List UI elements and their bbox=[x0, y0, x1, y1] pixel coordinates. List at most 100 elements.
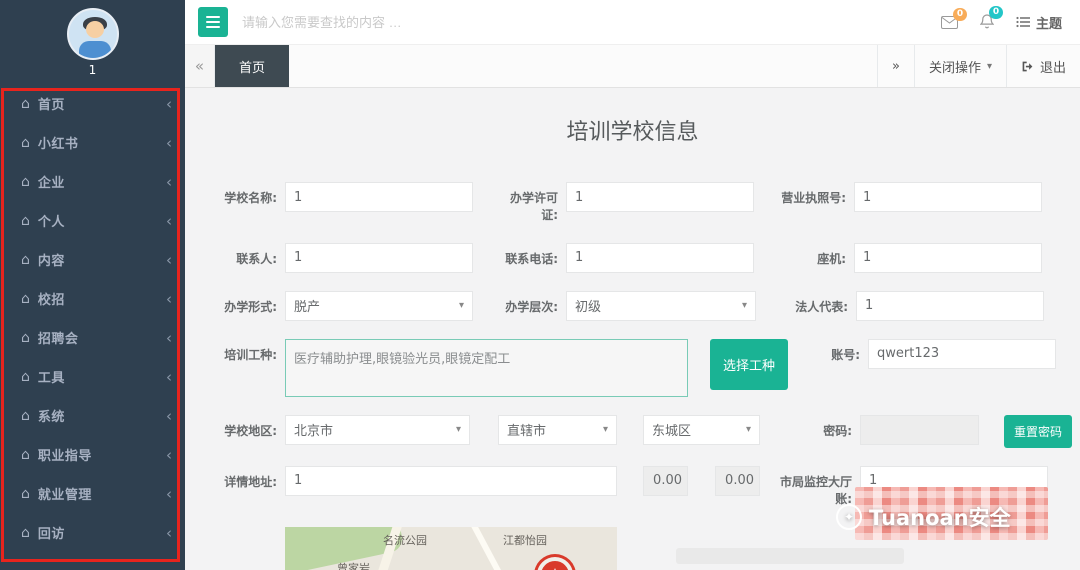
form-row-3: 办学形式: 脱产 ▾ 办学层次: 初级 ▾ 法人代表: bbox=[215, 290, 1080, 321]
sidebar-toggle-button[interactable] bbox=[198, 7, 228, 37]
watermark: ✦ Tuanoan安全 bbox=[836, 502, 1011, 532]
city-value: 直辖市 bbox=[507, 424, 547, 440]
theme-button[interactable]: 主题 bbox=[1016, 13, 1062, 32]
sidebar-item-personal[interactable]: ⌂ 个人 ‹ bbox=[0, 201, 185, 240]
sidebar-item-employment-mgmt[interactable]: ⌂ 就业管理 ‹ bbox=[0, 474, 185, 513]
tab-home[interactable]: 首页 bbox=[215, 45, 289, 87]
topbar-right: 0 0 主题 bbox=[940, 6, 1080, 32]
location-map[interactable]: 名流公园 江都怡园 曾家岩 bbox=[285, 526, 617, 570]
address-label: 详情地址: bbox=[224, 474, 277, 489]
study-form-select[interactable]: 脱产 ▾ bbox=[285, 290, 473, 321]
pick-work-types-button[interactable]: 选择工种 bbox=[710, 338, 789, 390]
sidebar-item-label: 内容 bbox=[37, 254, 65, 269]
legal-rep-label: 法人代表: bbox=[795, 299, 848, 314]
study-level-select[interactable]: 初级 ▾ bbox=[566, 290, 756, 321]
notifications-button[interactable]: 0 bbox=[979, 6, 1003, 30]
messages-button[interactable]: 0 bbox=[940, 7, 967, 29]
topbar: 0 0 主题 bbox=[185, 0, 1080, 45]
school-name-field[interactable] bbox=[285, 182, 473, 212]
home-icon: ⌂ bbox=[21, 446, 30, 463]
tabs-scroll-right-button[interactable]: » bbox=[876, 45, 914, 87]
work-types-textarea[interactable]: 医疗辅助护理,眼镜验光员,眼镜定配工 bbox=[285, 338, 688, 397]
sidebar-item-tools[interactable]: ⌂ 工具 ‹ bbox=[0, 357, 185, 396]
work-types-label: 培训工种: bbox=[224, 347, 277, 362]
sidebar-item-home[interactable]: ⌂ 首页 ‹ bbox=[0, 84, 185, 123]
profile-area: 1 bbox=[0, 0, 185, 77]
study-form-label: 办学形式: bbox=[224, 299, 277, 314]
caret-down-icon: ▾ bbox=[745, 424, 751, 436]
permit-label: 办学许可证: bbox=[509, 191, 558, 223]
map-compass-icon bbox=[537, 556, 573, 570]
close-operations-label: 关闭操作 bbox=[928, 60, 981, 76]
caret-down-icon: ▾ bbox=[741, 300, 747, 312]
map-label-spacer bbox=[215, 527, 285, 535]
form-row-1: 学校名称: 办学许可证: 营业执照号: bbox=[215, 182, 1080, 225]
messages-badge: 0 bbox=[952, 7, 967, 21]
home-icon: ⌂ bbox=[21, 329, 30, 346]
avatar-body bbox=[78, 41, 111, 58]
sidebar-item-follow-up[interactable]: ⌂ 回访 ‹ bbox=[0, 513, 185, 552]
latitude-field[interactable] bbox=[715, 465, 760, 496]
chevron-left-icon: ‹ bbox=[166, 445, 172, 464]
landline-label: 座机: bbox=[817, 251, 846, 266]
sidebar-menu: ⌂ 首页 ‹ ⌂ 小红书 ‹ ⌂ 企业 ‹ ⌂ 个人 ‹ ⌂ 内容 ‹ ⌂ 校招… bbox=[0, 84, 185, 552]
sign-out-icon bbox=[1022, 61, 1033, 71]
school-name-label: 学校名称: bbox=[224, 191, 277, 205]
avatar[interactable] bbox=[66, 8, 119, 60]
search-input[interactable] bbox=[242, 14, 572, 30]
sidebar-item-label: 回访 bbox=[37, 527, 65, 542]
business-license-label: 营业执照号: bbox=[781, 191, 846, 205]
close-operations-dropdown[interactable]: 关闭操作 ▾ bbox=[913, 45, 1006, 87]
sidebar-item-xiaohongshu[interactable]: ⌂ 小红书 ‹ bbox=[0, 123, 185, 162]
caret-down-icon: ▾ bbox=[455, 424, 461, 436]
sidebar-item-system[interactable]: ⌂ 系统 ‹ bbox=[0, 396, 185, 435]
address-field[interactable] bbox=[285, 465, 617, 496]
sidebar-item-label: 工具 bbox=[37, 371, 65, 386]
legal-rep-field[interactable] bbox=[856, 290, 1044, 321]
home-icon: ⌂ bbox=[21, 134, 30, 151]
caret-down-icon: ▾ bbox=[458, 300, 464, 312]
reset-password-button[interactable]: 重置密码 bbox=[1004, 414, 1073, 448]
sidebar-item-content[interactable]: ⌂ 内容 ‹ bbox=[0, 240, 185, 279]
district-select[interactable]: 东城区 ▾ bbox=[643, 414, 760, 445]
tab-label: 首页 bbox=[238, 60, 265, 76]
longitude-field[interactable] bbox=[643, 465, 688, 496]
home-icon: ⌂ bbox=[21, 173, 30, 190]
sidebar-item-label: 校招 bbox=[37, 293, 65, 308]
chevron-left-icon: ‹ bbox=[166, 367, 172, 386]
sidebar-item-career-guidance[interactable]: ⌂ 职业指导 ‹ bbox=[0, 435, 185, 474]
page-title: 培训学校信息 bbox=[566, 120, 699, 145]
watermark-logo-icon: ✦ bbox=[836, 504, 862, 530]
double-chevron-left-icon: « bbox=[194, 57, 205, 75]
account-label: 账号: bbox=[831, 347, 861, 362]
study-form-value: 脱产 bbox=[294, 300, 321, 316]
map-label-park2: 江都怡园 bbox=[503, 533, 547, 547]
double-chevron-right-icon: » bbox=[891, 58, 900, 74]
form-row-5: 学校地区: 北京市 ▾ 直辖市 ▾ 东城区 ▾ 密码: 重置密码 bbox=[215, 414, 1080, 448]
permit-field[interactable] bbox=[566, 182, 754, 212]
sidebar-item-campus-recruit[interactable]: ⌂ 校招 ‹ bbox=[0, 279, 185, 318]
avatar-face bbox=[85, 21, 104, 38]
business-license-field[interactable] bbox=[854, 182, 1042, 212]
city-select[interactable]: 直辖市 ▾ bbox=[498, 414, 617, 445]
sidebar-item-enterprise[interactable]: ⌂ 企业 ‹ bbox=[0, 162, 185, 201]
account-field[interactable] bbox=[868, 338, 1057, 369]
chevron-left-icon: ‹ bbox=[166, 94, 172, 113]
sidebar: 1 ⌂ 首页 ‹ ⌂ 小红书 ‹ ⌂ 企业 ‹ ⌂ 个人 ‹ ⌂ 内容 ‹ ⌂ bbox=[0, 0, 185, 570]
logout-label: 退出 bbox=[1039, 60, 1066, 76]
password-field[interactable] bbox=[860, 414, 979, 445]
tabs-scroll-left-button[interactable]: « bbox=[185, 45, 215, 87]
sidebar-item-label: 系统 bbox=[37, 410, 65, 425]
province-select[interactable]: 北京市 ▾ bbox=[285, 414, 470, 445]
map-label-place: 曾家岩 bbox=[337, 561, 370, 570]
sidebar-item-job-fair[interactable]: ⌂ 招聘会 ‹ bbox=[0, 318, 185, 357]
phone-field[interactable] bbox=[566, 242, 754, 273]
contact-field[interactable] bbox=[285, 242, 473, 273]
landline-field[interactable] bbox=[854, 242, 1042, 273]
tabbar: « 首页 » 关闭操作 ▾ 退出 bbox=[185, 45, 1080, 88]
list-icon bbox=[1016, 16, 1030, 28]
chevron-left-icon: ‹ bbox=[166, 484, 172, 503]
hamburger-icon bbox=[206, 16, 220, 18]
logout-button[interactable]: 退出 bbox=[1005, 45, 1080, 87]
chevron-left-icon: ‹ bbox=[166, 172, 172, 191]
